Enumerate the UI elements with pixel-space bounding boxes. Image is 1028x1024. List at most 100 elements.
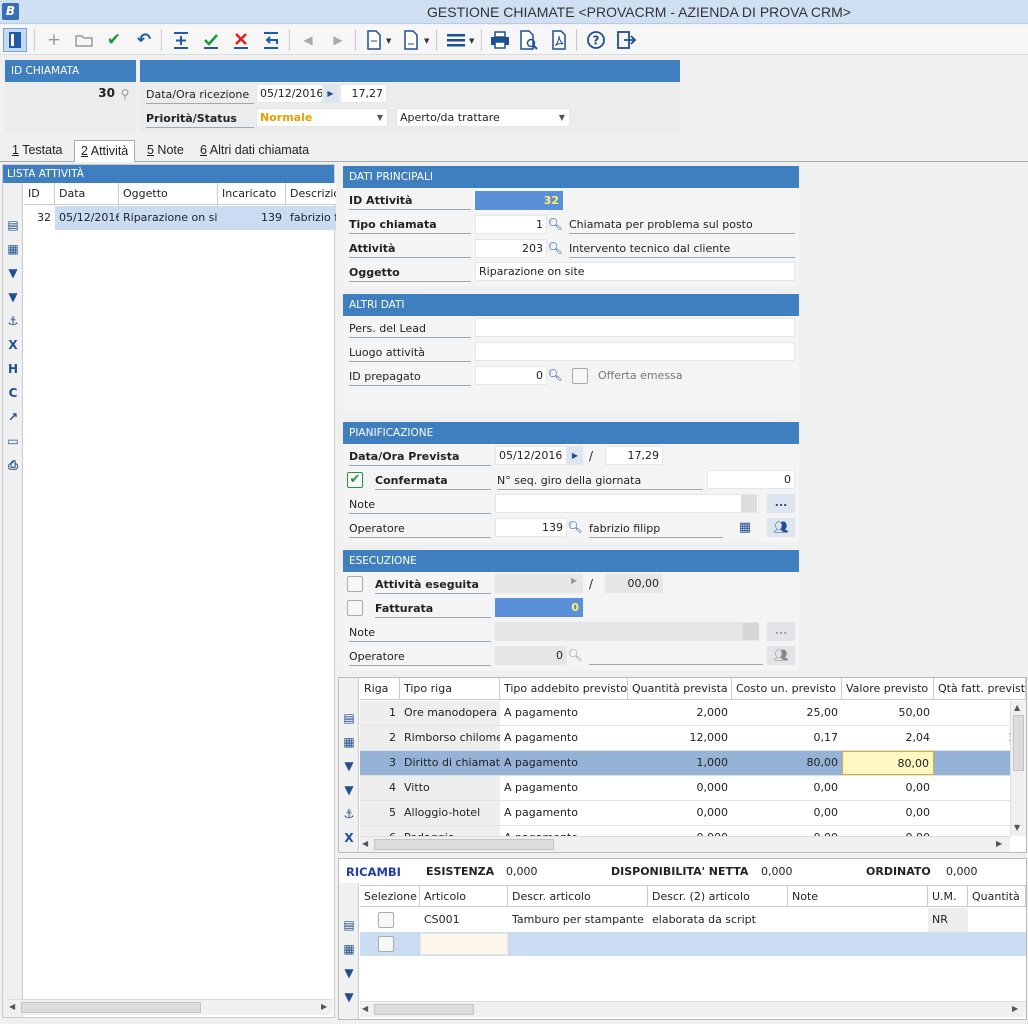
chevron-down-icon[interactable]: ▼: [386, 37, 391, 45]
col-oggetto[interactable]: Oggetto: [119, 183, 218, 207]
list-view-icon[interactable]: ▦: [341, 734, 357, 750]
ricezione-time-field[interactable]: 17,27: [340, 84, 387, 103]
priorita-select[interactable]: Normale: [256, 108, 388, 127]
scroll-thumb[interactable]: [374, 1004, 474, 1015]
tipo-chiamata-field[interactable]: 1: [475, 215, 547, 234]
detail-view-icon[interactable]: ▤: [341, 710, 357, 726]
chart-icon[interactable]: ↗: [5, 409, 21, 425]
fatturata-checkbox[interactable]: [347, 600, 363, 616]
note-scroll[interactable]: [741, 495, 757, 512]
pers-lead-field[interactable]: [475, 318, 795, 337]
offerta-emessa-checkbox[interactable]: [572, 368, 588, 384]
search-icon[interactable]: 🔍︎: [547, 240, 563, 256]
col-costo[interactable]: Costo un. previsto: [732, 678, 842, 700]
ricambi-col-1[interactable]: Articolo: [420, 886, 508, 907]
col-qta[interactable]: Quantità prevista: [628, 678, 732, 700]
col-n[interactable]: Riga: [360, 678, 400, 700]
col-tipo[interactable]: Tipo riga: [400, 678, 500, 700]
col-data[interactable]: Data: [55, 183, 119, 207]
undo-row-icon[interactable]: [259, 28, 283, 52]
chevron-down-icon[interactable]: ▼: [469, 37, 474, 45]
tab-testata[interactable]: 1 Testata: [6, 140, 69, 162]
scroll-right-icon[interactable]: ▶: [321, 1002, 327, 1011]
chevron-down-icon[interactable]: ▼: [424, 37, 429, 45]
undo-icon[interactable]: ↶: [132, 28, 156, 52]
next-icon[interactable]: ▶: [326, 28, 350, 52]
team-icon[interactable]: 👥︎: [767, 646, 795, 665]
col-incaricato[interactable]: Incaricato: [218, 183, 286, 207]
date-picker-arrow-icon[interactable]: ▶: [322, 84, 339, 103]
table-row[interactable]: 5Alloggio-hotelA pagamento0,0000,000,000: [360, 801, 1010, 826]
col-addebito[interactable]: Tipo addebito previsto: [500, 678, 628, 700]
previous-icon[interactable]: ◀: [296, 28, 320, 52]
chevron-down-icon[interactable]: ▼: [554, 108, 570, 127]
data-prevista-field[interactable]: 05/12/2016: [495, 446, 567, 465]
confirm-check-icon[interactable]: ✔: [102, 28, 126, 52]
id-prepagato-field[interactable]: 0: [475, 366, 547, 385]
selezione-checkbox[interactable]: [378, 912, 394, 928]
filter-clear-icon[interactable]: ▼: [5, 289, 21, 305]
table-row[interactable]: 4VittoA pagamento0,0000,000,000: [360, 776, 1010, 801]
open-folder-icon[interactable]: [72, 28, 96, 52]
articolo-input[interactable]: [420, 933, 508, 955]
monitor-icon[interactable]: ▭: [5, 433, 21, 449]
horizontal-scrollbar[interactable]: ◀ ▶: [360, 836, 1010, 852]
delete-row-icon[interactable]: [229, 28, 253, 52]
scroll-right-icon[interactable]: ▶: [996, 839, 1002, 848]
selezione-checkbox[interactable]: [378, 936, 394, 952]
confirm-row-icon[interactable]: [199, 28, 223, 52]
search-icon[interactable]: 🔍︎: [567, 647, 583, 663]
col-id[interactable]: ID: [24, 183, 55, 207]
calendar-grid-icon[interactable]: ▦: [735, 518, 755, 537]
print-preview-icon[interactable]: [517, 28, 541, 52]
detail-view-icon[interactable]: ▤: [5, 217, 21, 233]
note-field[interactable]: [495, 494, 759, 513]
date-picker-arrow-icon[interactable]: ▶: [571, 576, 577, 585]
exit-icon[interactable]: [614, 28, 638, 52]
operatore-field[interactable]: 139: [495, 518, 567, 537]
add-icon[interactable]: +: [42, 28, 66, 52]
filter-clear-icon[interactable]: ▼: [341, 782, 357, 798]
scroll-left-icon[interactable]: ◀: [9, 1002, 15, 1011]
confermata-checkbox[interactable]: ✔: [347, 472, 363, 488]
anchor-icon[interactable]: ⚓: [5, 313, 21, 329]
table-row[interactable]: 1 Ore manodopera A pagamento 2,000 25,00 50,0…: [360, 701, 1010, 726]
horizontal-scrollbar[interactable]: ◀ ▶: [7, 999, 333, 1015]
list-view-icon[interactable]: ▦: [341, 941, 357, 957]
new-row[interactable]: [360, 932, 1026, 956]
chevron-down-icon[interactable]: ▼: [372, 108, 388, 127]
scroll-thumb[interactable]: [374, 839, 554, 850]
scroll-down-icon[interactable]: ▼: [1014, 823, 1020, 832]
horizontal-scrollbar[interactable]: ◀ ▶: [360, 1001, 1026, 1017]
col-descrizione[interactable]: Descrizio: [286, 183, 336, 207]
tab-altri-dati[interactable]: 6 Altri dati chiamata: [194, 140, 315, 162]
attivita-field[interactable]: 203: [475, 239, 547, 258]
eseguita-time-field[interactable]: 00,00: [605, 574, 663, 593]
date-picker-arrow-icon[interactable]: ▶: [567, 446, 583, 465]
luogo-attivita-field[interactable]: [475, 342, 795, 361]
note-expand-button[interactable]: ...: [767, 622, 795, 641]
filter-icon[interactable]: ▼: [5, 265, 21, 281]
print-icon[interactable]: ⎙: [5, 457, 21, 473]
scroll-thumb[interactable]: [21, 1002, 201, 1013]
add-row-icon[interactable]: [169, 28, 193, 52]
html-export-icon[interactable]: H: [5, 361, 21, 377]
scroll-left-icon[interactable]: ◀: [362, 839, 368, 848]
search-icon[interactable]: 🔍︎: [547, 216, 563, 232]
tab-note[interactable]: 5 Note: [141, 140, 190, 162]
ricambi-col-2[interactable]: Descr. articolo: [508, 886, 648, 907]
print-icon[interactable]: [488, 28, 512, 52]
note-field[interactable]: [495, 622, 759, 641]
excel-export-icon[interactable]: X: [5, 337, 21, 353]
search-icon[interactable]: 🔍︎: [567, 519, 583, 535]
anchor-icon[interactable]: ⚓: [341, 806, 357, 822]
excel-export-icon[interactable]: X: [341, 830, 357, 846]
scroll-right-icon[interactable]: ▶: [1012, 1004, 1018, 1013]
scroll-thumb[interactable]: [1013, 715, 1024, 771]
id-attivita-field[interactable]: 32: [475, 191, 563, 210]
ricambi-col-5[interactable]: U.M.: [928, 886, 968, 907]
scroll-up-icon[interactable]: ▲: [1014, 703, 1020, 712]
csv-export-icon[interactable]: C: [5, 385, 21, 401]
filter-clear-icon[interactable]: ▼: [341, 989, 357, 1005]
ricambi-col-0[interactable]: Selezione: [360, 886, 420, 907]
